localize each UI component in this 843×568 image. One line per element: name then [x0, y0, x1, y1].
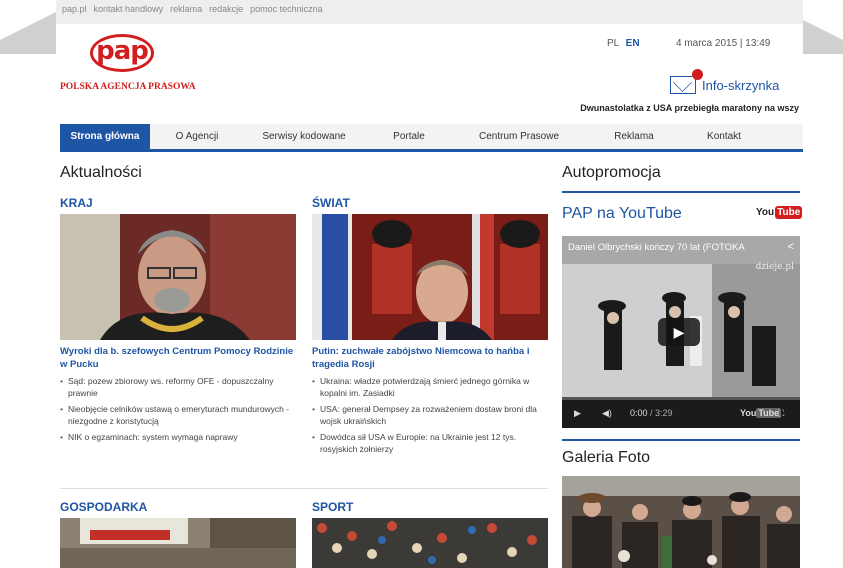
video-time: 0:00 / 3:29 — [630, 408, 673, 418]
youtube-logo-tube: Tube — [775, 206, 803, 219]
volume-icon[interactable]: ◀) — [602, 408, 612, 419]
lang-en-link[interactable]: EN — [626, 38, 640, 49]
language-switcher: PL EN — [607, 38, 640, 49]
play-icon[interactable]: ▶ — [574, 408, 581, 419]
page: pap.pl kontakt handlowy reklama redakcje… — [56, 0, 803, 568]
lang-pl-link[interactable]: PL — [607, 38, 619, 49]
top-link-kontakt-handlowy[interactable]: kontakt handlowy — [94, 4, 164, 20]
control-logo-you: You — [740, 408, 757, 418]
envelope-icon — [670, 69, 703, 94]
nav-reklama[interactable]: Reklama — [584, 124, 684, 149]
category-kraj[interactable]: KRAJ — [60, 196, 93, 210]
nav-serwisy-kodowane[interactable]: Serwisy kodowane — [244, 124, 364, 149]
news-ticker[interactable]: Dwunastolatka z USA przebiegła maratony … — [580, 103, 799, 113]
category-swiat[interactable]: ŚWIAT — [312, 196, 350, 210]
share-icon[interactable]: < — [788, 241, 794, 253]
video-title[interactable]: Daniel Olbrychski kończy 70 lat (FOTOKA — [568, 242, 745, 253]
aktualnosci-heading: Aktualności — [60, 164, 142, 181]
video-controls: ▶ ◀) 0:00 / 3:29 You Tube ⛶ — [562, 400, 800, 428]
top-link-redakcje[interactable]: redakcje — [209, 4, 243, 20]
video-watermark: dzieje.pl — [755, 262, 794, 272]
play-button-icon[interactable]: ▶ — [658, 318, 700, 346]
gallery-rule — [562, 439, 800, 441]
kraj-news-item[interactable]: Sąd: pozew zbiorowy ws. reformy OFE - do… — [60, 375, 296, 399]
top-link-pap[interactable]: pap.pl — [62, 4, 87, 20]
left-corner-shadow — [0, 12, 56, 40]
current-date: 4 marca 2015 | 13:49 — [676, 38, 771, 49]
agency-name: POLSKA AGENCJA PRASOWA — [60, 82, 196, 92]
logo-text: pap — [96, 36, 149, 66]
pap-logo[interactable]: pap — [90, 34, 154, 72]
fullscreen-icon[interactable]: ⛶ — [778, 408, 784, 419]
nav-kontakt[interactable]: Kontakt — [684, 124, 764, 149]
kraj-news-item[interactable]: Nieobjęcie celników ustawą o emeryturach… — [60, 403, 296, 427]
top-link-reklama[interactable]: reklama — [170, 4, 202, 20]
category-sport[interactable]: SPORT — [312, 500, 353, 514]
swiat-news-list: Ukraina: władze potwierdzają śmierć jedn… — [312, 375, 548, 459]
site-header: pap POLSKA AGENCJA PRASOWA PL EN 4 marca… — [56, 24, 803, 118]
left-corner-shadow-band — [0, 40, 56, 54]
notification-dot-icon — [692, 69, 703, 80]
youtube-logo-you: You — [756, 207, 775, 218]
nav-o-agencji[interactable]: O Agencji — [150, 124, 244, 149]
youtube-control-logo-icon[interactable]: You Tube — [740, 408, 782, 418]
info-skrzynka-label: Info-skrzynka — [702, 77, 780, 93]
nav-centrum-prasowe[interactable]: Centrum Prasowe — [454, 124, 584, 149]
youtube-logo-icon[interactable]: You Tube — [756, 206, 803, 219]
kraj-photo[interactable] — [60, 214, 296, 340]
autopromocja-heading: Autopromocja — [562, 164, 661, 181]
gallery-crowd-image — [562, 476, 800, 568]
autopromocja-rule — [562, 191, 800, 193]
kraj-headline[interactable]: Wyroki dla b. szefowych Centrum Pomocy R… — [60, 345, 296, 371]
youtube-video-player[interactable]: Daniel Olbrychski kończy 70 lat (FOTOKA … — [562, 236, 800, 428]
video-time-current: 0:00 — [630, 408, 648, 418]
swiat-photo[interactable] — [312, 214, 548, 340]
kraj-news-item[interactable]: NIK o egzaminach: system wymaga naprawy — [60, 431, 296, 443]
top-link-pomoc-techniczna[interactable]: pomoc techniczna — [250, 4, 323, 20]
office-photo-image — [60, 518, 296, 568]
main-navigation: Strona główna O Agencji Serwisy kodowane… — [60, 124, 803, 152]
marathon-crowd-image — [312, 518, 548, 568]
kraj-news-list: Sąd: pozew zbiorowy ws. reformy OFE - do… — [60, 375, 296, 447]
info-skrzynka-link[interactable]: Info-skrzynka — [670, 69, 780, 94]
top-links-bar: pap.pl kontakt handlowy reklama redakcje… — [56, 0, 803, 24]
judge-photo-image — [60, 214, 296, 340]
nav-strona-glowna[interactable]: Strona główna — [60, 124, 150, 149]
sport-photo[interactable] — [312, 518, 548, 568]
swiat-headline[interactable]: Putin: zuchwałe zabójstwo Niemcowa to ha… — [312, 345, 548, 371]
gospodarka-photo[interactable] — [60, 518, 296, 568]
galeria-foto-heading[interactable]: Galeria Foto — [562, 449, 650, 467]
section-divider — [60, 488, 548, 489]
video-time-total: / 3:29 — [650, 408, 673, 418]
swiat-news-item[interactable]: Ukraina: władze potwierdzają śmierć jedn… — [312, 375, 548, 399]
category-gospodarka[interactable]: GOSPODARKA — [60, 500, 147, 514]
swiat-news-item[interactable]: Dowódca sił USA w Europie: na Ukrainie j… — [312, 431, 548, 455]
youtube-heading[interactable]: PAP na YouTube — [562, 205, 682, 223]
gallery-photo[interactable] — [562, 476, 800, 568]
putin-photo-image — [312, 214, 548, 340]
nav-portale[interactable]: Portale — [364, 124, 454, 149]
swiat-news-item[interactable]: USA: generał Dempsey za rozważeniem dost… — [312, 403, 548, 427]
